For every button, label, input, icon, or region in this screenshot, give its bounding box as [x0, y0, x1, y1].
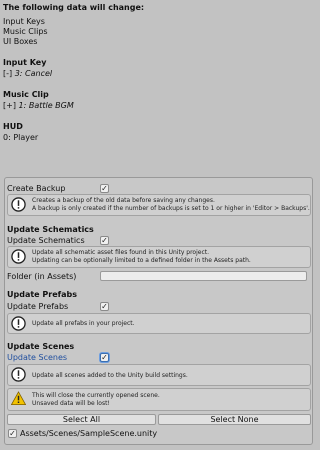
warning-icon: [11, 391, 26, 405]
change-summary: The following data will change: Input Ke…: [0, 0, 317, 176]
info-icon: [11, 316, 26, 331]
folder-input[interactable]: [100, 271, 307, 281]
summary-item: Input Keys: [3, 17, 45, 26]
update-scenes-label: Update Scenes: [7, 353, 68, 362]
select-none-button[interactable]: Select None: [158, 414, 311, 425]
help-text: Update all schematic asset files found i…: [32, 249, 210, 256]
summary-item: Music Clips: [3, 27, 48, 36]
schematics-heading: Update Schematics: [7, 225, 94, 234]
warning-text: Unsaved data will be lost!: [32, 400, 110, 407]
update-schematics-label: Update Schematics: [7, 236, 85, 245]
update-prefabs-label: Update Prefabs: [7, 302, 69, 311]
music-clip-value: 1: Battle BGM: [18, 101, 74, 110]
input-key-entry: [-] 3: Cancel: [3, 69, 52, 79]
help-text: Updating can be optionally limited to a …: [32, 257, 251, 264]
input-key-prefix: [-]: [3, 69, 13, 78]
update-scenes-help: Update all scenes added to the Unity bui…: [7, 364, 311, 386]
info-icon: [11, 197, 26, 212]
update-schematics-help: Update all schematic asset files found i…: [7, 246, 311, 268]
create-backup-label: Create Backup: [7, 184, 66, 193]
scenes-heading: Update Scenes: [7, 342, 75, 351]
scene-item-checkbox[interactable]: ✓: [8, 429, 17, 438]
music-clip-entry: [+] 1: Battle BGM: [3, 101, 74, 111]
music-clip-prefix: [+]: [3, 101, 16, 110]
close-scene-warning: This will close the currently opened sce…: [7, 388, 311, 411]
check-icon: ✓: [101, 184, 108, 193]
check-icon: ✓: [101, 236, 108, 245]
help-text: Update all prefabs in your project.: [32, 320, 135, 327]
input-key-value: 3: Cancel: [14, 69, 53, 78]
create-backup-help: Creates a backup of the old data before …: [7, 194, 311, 216]
summary-heading: The following data will change:: [3, 3, 145, 12]
help-text: A backup is only created if the number o…: [32, 205, 310, 212]
help-text: Creates a backup of the old data before …: [32, 197, 215, 204]
folder-label: Folder (in Assets): [7, 272, 77, 281]
check-icon: ✓: [101, 302, 108, 311]
check-icon: ✓: [9, 429, 16, 438]
update-scenes-checkbox[interactable]: ✓: [100, 353, 109, 362]
check-icon: ✓: [101, 353, 108, 362]
warning-text: This will close the currently opened sce…: [32, 392, 160, 399]
music-clip-heading: Music Clip: [3, 90, 49, 99]
hud-heading: HUD: [3, 122, 23, 131]
update-prefabs-help: Update all prefabs in your project.: [7, 313, 311, 334]
summary-item: UI Boxes: [3, 37, 38, 46]
info-icon: [11, 249, 26, 264]
help-text: Update all scenes added to the Unity bui…: [32, 372, 188, 379]
create-backup-checkbox[interactable]: ✓: [100, 184, 109, 193]
select-all-button[interactable]: Select All: [7, 414, 156, 425]
hud-value: 0: Player: [3, 133, 39, 142]
info-icon: [11, 367, 26, 382]
update-prefabs-checkbox[interactable]: ✓: [100, 302, 109, 311]
input-key-heading: Input Key: [3, 58, 47, 67]
update-schematics-checkbox[interactable]: ✓: [100, 236, 109, 245]
prefabs-heading: Update Prefabs: [7, 290, 77, 299]
scene-item-label: Assets/Scenes/SampleScene.unity: [20, 429, 158, 438]
